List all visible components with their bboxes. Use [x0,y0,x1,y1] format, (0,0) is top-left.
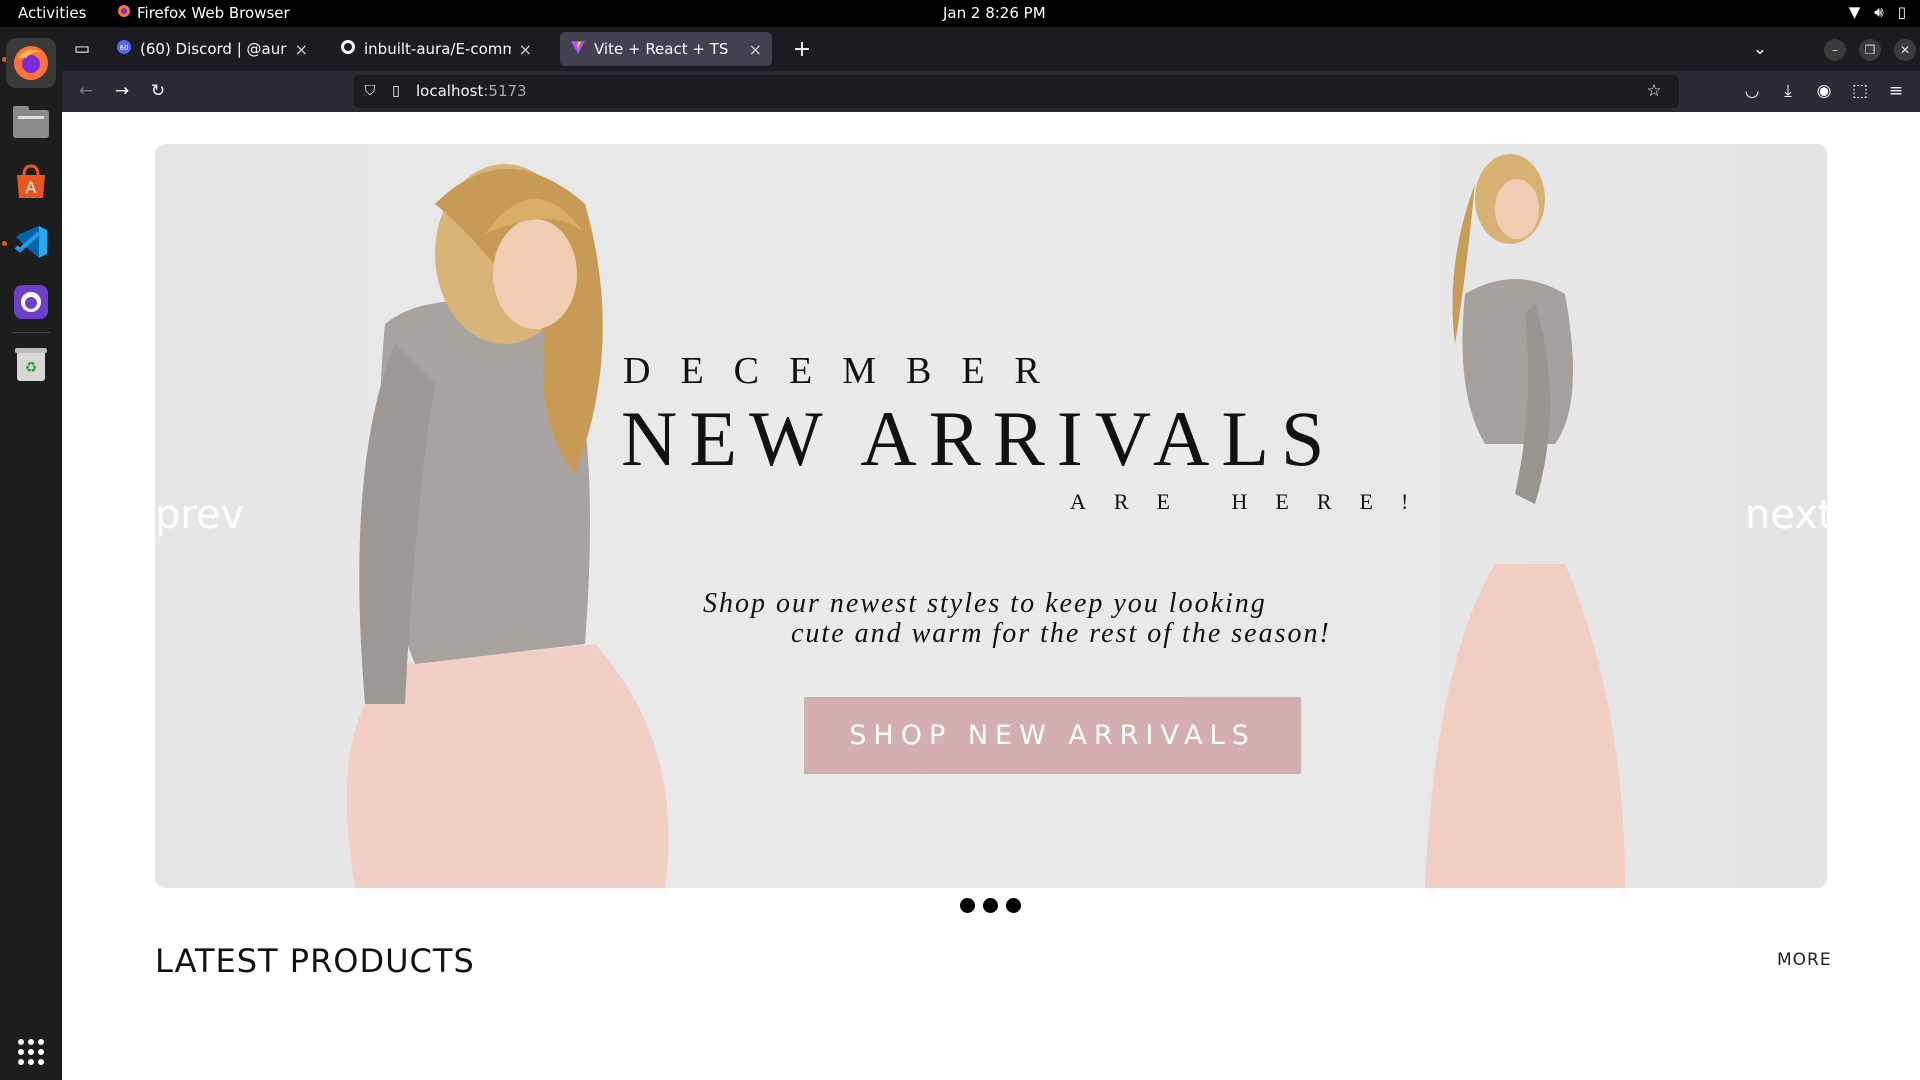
slide-dot[interactable] [960,898,975,913]
files-icon[interactable] [6,97,56,147]
tagline-line-1: Shop our newest styles to keep you looki… [703,588,1267,619]
firefox-icon[interactable] [6,38,56,88]
maximize-icon[interactable]: ❐ [1859,39,1881,61]
next-button[interactable]: next [1745,492,1827,538]
shop-new-arrivals-button[interactable]: SHOP NEW ARRIVALS [804,697,1301,774]
minimize-icon[interactable]: – [1824,39,1846,61]
dock: A ♻ [0,27,62,1080]
svg-text:♻: ♻ [25,360,38,376]
discord-icon: 60 [116,39,132,59]
svg-text:A: A [26,178,37,197]
trash-icon[interactable]: ♻ [6,339,56,389]
download-icon[interactable]: ⤓ [1776,79,1800,103]
section-title: LATEST PRODUCTS [155,942,475,980]
vite-icon [570,39,586,59]
pocket-icon[interactable]: ◡ [1740,79,1764,103]
url-text[interactable]: localhost:5173 [416,82,527,100]
slide-dot[interactable] [983,898,998,913]
system-tray[interactable]: ▼ 🔊︎ ▯ [1849,3,1906,21]
github-desktop-icon[interactable] [6,277,56,327]
back-icon[interactable]: ← [74,79,98,103]
tab-label: (60) Discord | @auraamar [140,40,287,58]
tagline: Shop our newest styles to keep you looki… [703,589,1331,649]
headline-bottom: ARE HERE! [1070,489,1437,514]
headline-top: DECEMBER [623,350,1070,392]
dock-separator [12,332,50,333]
show-apps-icon[interactable] [6,1027,56,1077]
app-menu[interactable]: Firefox Web Browser [117,4,290,22]
menu-icon[interactable]: ≡ [1884,79,1908,103]
model-left-image [346,164,669,888]
model-right-image [1425,154,1625,888]
close-icon[interactable]: × [749,40,762,59]
svg-text:60: 60 [120,44,129,52]
activities-button[interactable]: Activities [18,4,86,22]
url-host: localhost [416,82,484,100]
url-bar[interactable]: ⛉ ▯ localhost:5173 ☆ [354,75,1679,108]
tab-bar: ▭ 60 (60) Discord | @auraamar × inbuilt-… [62,27,1920,71]
tab-label: inbuilt-aura/E-commerce [364,40,511,58]
wifi-icon: ▼ [1848,3,1861,21]
tab-github[interactable]: inbuilt-aura/E-commerce × [330,32,542,66]
more-link[interactable]: MORE [1777,950,1832,970]
new-tab-icon[interactable]: + [790,37,814,62]
hero-carousel: prev next DECEMBER NEW ARRIVALS ARE HERE… [155,144,1827,888]
url-port: :5173 [483,82,527,100]
close-icon[interactable]: × [519,40,532,59]
close-window-icon[interactable]: ✕ [1894,39,1916,61]
page-icon[interactable]: ▯ [384,79,408,103]
carousel-indicators [960,898,1021,913]
github-icon [340,39,356,59]
account-icon[interactable]: ◉ [1812,79,1836,103]
prev-button[interactable]: prev [155,492,244,538]
vscode-icon[interactable] [6,217,56,267]
extensions-icon[interactable]: ⬚ [1848,79,1872,103]
close-icon[interactable]: × [295,40,308,59]
chevron-down-icon[interactable]: ⌄ [1748,37,1772,61]
list-all-tabs-icon[interactable]: ▭ [70,37,94,61]
tab-vite[interactable]: Vite + React + TS × [560,32,772,66]
tagline-line-2: cute and warm for the rest of the season… [791,618,1331,649]
page-content: prev next DECEMBER NEW ARRIVALS ARE HERE… [62,112,1920,1080]
headline-main: NEW ARRIVALS [621,395,1337,482]
shield-icon[interactable]: ⛉ [358,79,382,103]
firefox-small-icon [117,4,131,22]
battery-icon: ▯ [1897,3,1906,21]
clock[interactable]: Jan 2 8:26 PM [943,4,1046,22]
system-top-bar: Activities Firefox Web Browser Jan 2 8:2… [0,0,1920,27]
slide-dot[interactable] [1006,898,1021,913]
app-center-icon[interactable]: A [6,157,56,207]
volume-icon: 🔊︎ [1874,3,1884,21]
bookmark-star-icon[interactable]: ☆ [1642,79,1666,103]
forward-icon[interactable]: → [110,79,134,103]
tab-label: Vite + React + TS [594,40,729,58]
tab-discord[interactable]: 60 (60) Discord | @auraamar × [106,32,318,66]
navigation-toolbar: ← → ↻ ⛉ ▯ localhost:5173 ☆ ◡ ⤓ ◉ ⬚ ≡ [62,71,1920,112]
app-name: Firefox Web Browser [137,4,290,22]
reload-icon[interactable]: ↻ [146,79,170,103]
